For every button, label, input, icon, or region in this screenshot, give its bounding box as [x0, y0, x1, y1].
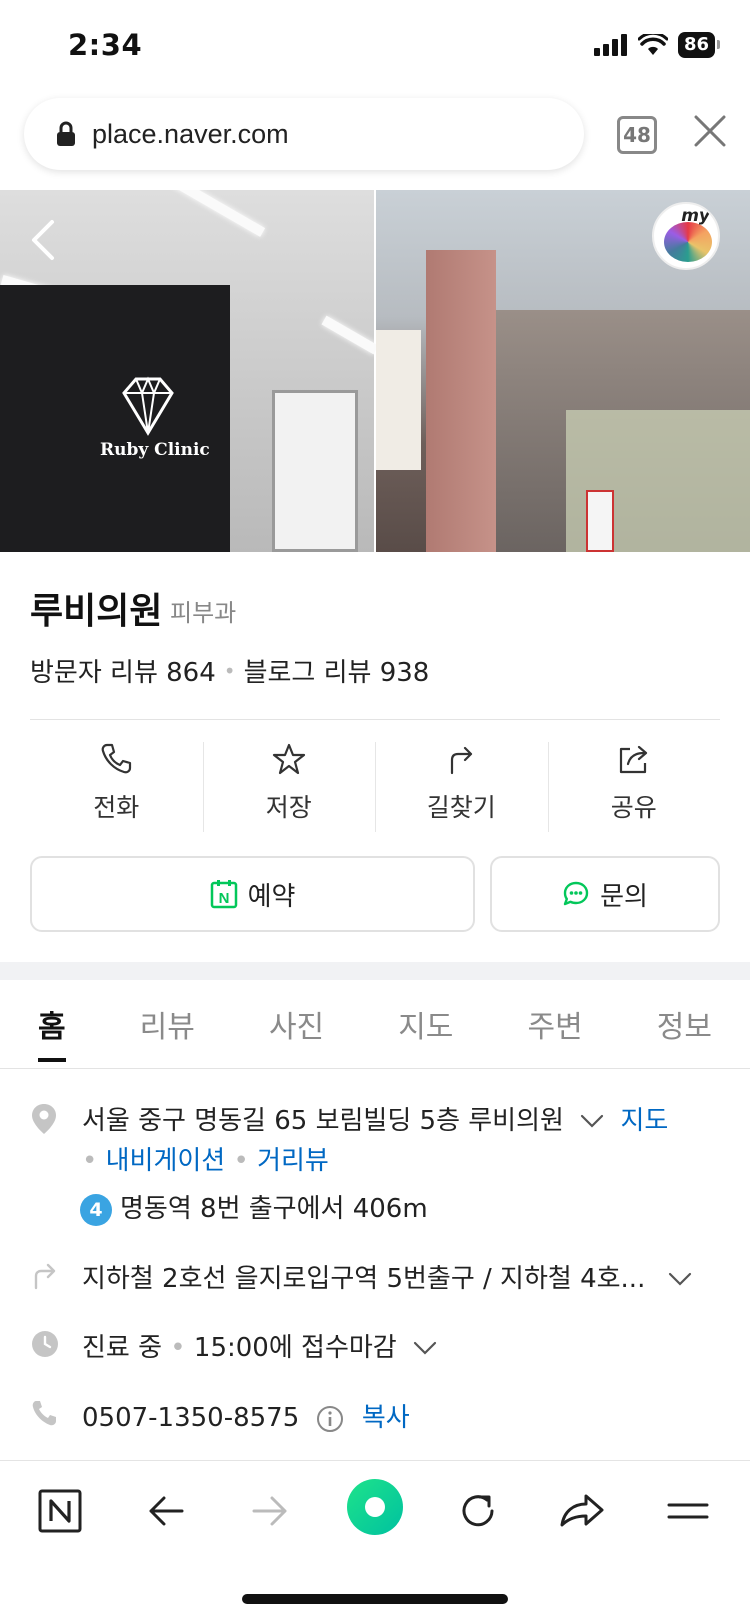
place-name: 루비의원: [30, 591, 163, 632]
hours-detail: 15:00에 접수마감: [193, 1333, 397, 1363]
url-text: place.naver.com: [92, 118, 289, 149]
refresh-icon[interactable]: [456, 1489, 500, 1533]
share-arrow-icon[interactable]: [558, 1489, 606, 1533]
my-profile-badge[interactable]: my: [652, 202, 720, 270]
reserve-button[interactable]: N 예약: [30, 856, 475, 932]
place-photos[interactable]: Ruby Clinic my: [0, 190, 750, 552]
forward-icon[interactable]: [250, 1489, 290, 1533]
clinic-interior-photo[interactable]: Ruby Clinic: [0, 190, 379, 552]
tab-count-button[interactable]: 48: [617, 116, 657, 154]
star-icon: [272, 743, 305, 775]
close-icon[interactable]: [693, 114, 727, 148]
map-link[interactable]: 지도: [620, 1106, 668, 1136]
tab-home[interactable]: 홈: [28, 1002, 76, 1062]
navigation-link[interactable]: 내비게이션: [106, 1146, 226, 1176]
call-label: 전화: [93, 793, 140, 822]
tab-reviews[interactable]: 리뷰: [130, 1002, 205, 1046]
tab-photos[interactable]: 사진: [259, 1002, 334, 1046]
chevron-down-icon[interactable]: [580, 1113, 604, 1129]
copy-phone-link[interactable]: 복사: [362, 1403, 410, 1433]
turn-arrow-icon: [34, 1263, 56, 1290]
inquiry-button[interactable]: 문의: [490, 856, 720, 932]
save-action[interactable]: 저장: [202, 742, 376, 832]
tab-bar: 홈 리뷰 사진 지도 주변 정보: [0, 980, 750, 1069]
menu-icon[interactable]: [666, 1489, 710, 1533]
tab-nearby[interactable]: 주변: [517, 1002, 592, 1046]
address-text: 서울 중구 명동길 65 보림빌딩 5층 루비의원: [82, 1106, 564, 1136]
subway-exit-text: 명동역 8번 출구에서 406m: [120, 1194, 428, 1224]
directions-row[interactable]: 지하철 2호선 을지로입구역 5번출구 / 지하철 4호...: [30, 1258, 720, 1298]
naver-green-dot-icon[interactable]: [346, 1478, 404, 1536]
chevron-down-icon[interactable]: [413, 1340, 437, 1356]
lock-icon: [57, 121, 75, 146]
cellular-signal-icon: [593, 34, 627, 56]
chat-bubble-icon: [563, 881, 589, 906]
share-action[interactable]: 공유: [547, 742, 721, 832]
directions-label: 길찾기: [426, 793, 496, 822]
save-label: 저장: [265, 793, 312, 822]
status-bar: 2:34 86: [0, 0, 750, 95]
location-pin-icon: [32, 1104, 56, 1134]
clinic-sign-text: Ruby Clinic: [100, 440, 210, 460]
phone-row: 0507-1350-8575 복사: [30, 1397, 720, 1437]
chevron-down-icon[interactable]: [668, 1271, 692, 1287]
naver-calendar-icon: N: [210, 880, 237, 909]
tab-map[interactable]: 지도: [388, 1002, 463, 1046]
back-icon[interactable]: [146, 1489, 186, 1533]
naver-home-icon[interactable]: [38, 1489, 82, 1533]
place-category: 피부과: [170, 599, 237, 627]
battery-indicator: 86: [677, 32, 721, 58]
tab-info[interactable]: 정보: [647, 1002, 722, 1046]
info-icon[interactable]: [316, 1405, 344, 1433]
address-row: 서울 중구 명동길 65 보림빌딩 5층 루비의원 지도 • 내비게이션 • 거…: [30, 1100, 720, 1226]
share-icon: [619, 745, 647, 774]
call-action[interactable]: 전화: [30, 742, 203, 832]
clock-icon: [32, 1331, 58, 1357]
wifi-icon: [637, 34, 668, 55]
action-bar: 전화 저장 길찾기 공유: [30, 742, 720, 832]
reserve-label: 예약: [247, 881, 296, 912]
phone-icon: [101, 743, 132, 774]
subway-line-badge: 4: [80, 1193, 112, 1226]
directions-icon: [451, 746, 473, 775]
section-separator: [0, 962, 750, 980]
hours-status: 진료 중: [82, 1333, 163, 1363]
phone-filled-icon: [32, 1401, 56, 1426]
home-indicator: [242, 1594, 508, 1604]
directions-action[interactable]: 길찾기: [375, 742, 548, 832]
hours-row[interactable]: 진료 중 • 15:00에 접수마감: [30, 1327, 720, 1367]
phone-number[interactable]: 0507-1350-8575: [82, 1403, 299, 1433]
share-label: 공유: [610, 793, 657, 822]
address-bar[interactable]: place.naver.com: [24, 98, 584, 170]
browser-toolbar: [0, 1460, 750, 1570]
directions-text: 지하철 2호선 을지로입구역 5번출구 / 지하철 4호...: [82, 1264, 646, 1294]
back-arrow-icon[interactable]: [28, 218, 56, 262]
streetview-link[interactable]: 거리뷰: [257, 1146, 329, 1176]
status-time: 2:34: [68, 28, 143, 62]
divider: [30, 719, 720, 720]
review-summary: 방문자 리뷰 864 • 블로그 리뷰 938: [30, 652, 429, 689]
diamond-logo-icon: [122, 376, 174, 436]
blog-review-link[interactable]: 블로그 리뷰 938: [244, 652, 430, 689]
inquiry-label: 문의: [600, 881, 648, 912]
visitor-review-link[interactable]: 방문자 리뷰 864: [30, 652, 216, 689]
svg-text:N: N: [218, 890, 229, 907]
